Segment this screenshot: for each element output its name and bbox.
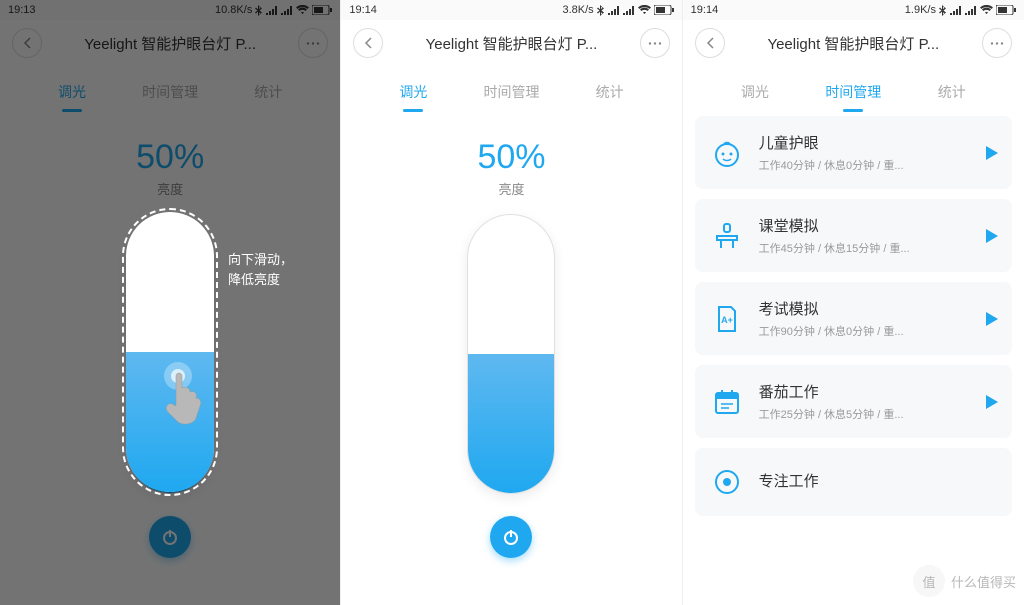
dots-icon (990, 42, 1004, 45)
brightness-section: 50% 亮度 (341, 108, 681, 558)
mode-exam[interactable]: A+ 考试模拟 工作90分钟 / 休息0分钟 / 重... (695, 282, 1012, 355)
bluetooth-icon (597, 5, 605, 16)
brightness-slider[interactable] (467, 214, 555, 494)
tutorial-overlay[interactable]: 向下滑动， 降低亮度 (0, 0, 340, 605)
battery-icon (654, 5, 674, 15)
mode-title: 课堂模拟 (759, 215, 972, 236)
status-bar: 19:14 3.8K/s (341, 0, 681, 20)
status-icons: 1.9K/s (905, 4, 1016, 16)
play-icon (986, 312, 998, 326)
signal-icon (608, 6, 620, 15)
header: Yeelight 智能护眼台灯 P... (683, 20, 1024, 66)
signal-icon (965, 6, 977, 15)
back-button[interactable] (695, 28, 725, 58)
mode-pomodoro[interactable]: 番茄工作 工作25分钟 / 休息5分钟 / 重... (695, 365, 1012, 438)
status-bar: 19:14 1.9K/s (683, 0, 1024, 20)
brightness-value: 50% (477, 138, 545, 177)
back-button[interactable] (353, 28, 383, 58)
status-netspeed: 1.9K/s (905, 4, 936, 16)
status-netspeed: 3.8K/s (562, 4, 593, 16)
mode-subtitle: 工作40分钟 / 休息0分钟 / 重... (759, 157, 972, 173)
watermark-text: 什么值得买 (951, 572, 1016, 591)
svg-text:A+: A+ (721, 315, 733, 325)
power-icon (502, 528, 520, 546)
mode-child-eye[interactable]: 儿童护眼 工作40分钟 / 休息0分钟 / 重... (695, 116, 1012, 189)
page-title: Yeelight 智能护眼台灯 P... (383, 33, 639, 54)
signal-icon (623, 6, 635, 15)
watermark-badge: 值 (913, 565, 945, 597)
wifi-icon (980, 5, 993, 15)
tab-time-management[interactable]: 时间管理 (483, 76, 539, 108)
wifi-icon (638, 5, 651, 15)
dots-icon (648, 42, 662, 45)
mode-list: 儿童护眼 工作40分钟 / 休息0分钟 / 重... 课堂模拟 工作45分钟 /… (683, 108, 1024, 516)
more-button[interactable] (640, 28, 670, 58)
calendar-icon (709, 384, 745, 420)
tab-dimming[interactable]: 调光 (741, 76, 769, 108)
status-time: 19:14 (349, 4, 377, 16)
mode-subtitle: 工作45分钟 / 休息15分钟 / 重... (759, 240, 972, 256)
battery-icon (996, 5, 1016, 15)
header: Yeelight 智能护眼台灯 P... (341, 20, 681, 66)
screen-dimming: 19:14 3.8K/s Yeelight 智能护眼台灯 P... 调光 时间管… (341, 0, 682, 605)
mode-title: 专注工作 (759, 470, 998, 491)
tabs: 调光 时间管理 统计 (683, 66, 1024, 108)
tab-time-management[interactable]: 时间管理 (825, 76, 881, 108)
more-button[interactable] (982, 28, 1012, 58)
screen-dimming-tutorial: 19:13 10.8K/s Yeelight 智能护眼台灯 P... 调光 时间… (0, 0, 341, 605)
screen-time-management: 19:14 1.9K/s Yeelight 智能护眼台灯 P... 调光 时间管… (683, 0, 1024, 605)
tabs: 调光 时间管理 统计 (341, 66, 681, 108)
watermark: 值 什么值得买 (913, 565, 1016, 597)
signal-icon (950, 6, 962, 15)
mode-title: 儿童护眼 (759, 132, 972, 153)
chevron-left-icon (706, 37, 714, 49)
play-icon (986, 395, 998, 409)
desk-icon (709, 218, 745, 254)
slider-fill (468, 354, 554, 493)
mode-subtitle: 工作90分钟 / 休息0分钟 / 重... (759, 323, 972, 339)
child-face-icon (709, 135, 745, 171)
tab-stats[interactable]: 统计 (596, 76, 624, 108)
focus-icon (709, 464, 745, 500)
page-title: Yeelight 智能护眼台灯 P... (725, 33, 982, 54)
play-icon (986, 229, 998, 243)
tab-stats[interactable]: 统计 (938, 76, 966, 108)
pointer-hand-icon (158, 358, 218, 428)
power-button[interactable] (490, 516, 532, 558)
bluetooth-icon (939, 5, 947, 16)
mode-classroom[interactable]: 课堂模拟 工作45分钟 / 休息15分钟 / 重... (695, 199, 1012, 272)
tutorial-hint: 向下滑动， 降低亮度 (228, 250, 293, 289)
mode-title: 考试模拟 (759, 298, 972, 319)
mode-subtitle: 工作25分钟 / 休息5分钟 / 重... (759, 406, 972, 422)
status-time: 19:14 (691, 4, 719, 16)
brightness-label: 亮度 (498, 179, 524, 198)
tab-dimming[interactable]: 调光 (399, 76, 427, 108)
play-icon (986, 146, 998, 160)
mode-title: 番茄工作 (759, 381, 972, 402)
tutorial-highlight (122, 208, 218, 496)
mode-focus[interactable]: 专注工作 (695, 448, 1012, 516)
exam-paper-icon: A+ (709, 301, 745, 337)
chevron-left-icon (364, 37, 372, 49)
status-icons: 3.8K/s (562, 4, 673, 16)
